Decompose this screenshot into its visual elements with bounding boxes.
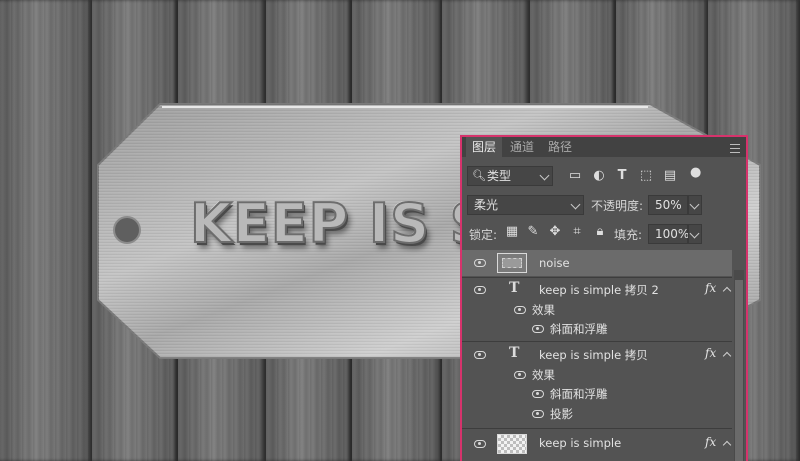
- filter-smart-object-icon[interactable]: ▤: [662, 169, 678, 183]
- layer-name: keep is simple 拷贝 2: [539, 283, 659, 297]
- layer-name: keep is simple 拷贝: [539, 348, 648, 362]
- tab-channels[interactable]: 通道: [504, 137, 540, 157]
- effects-group[interactable]: 效果: [462, 365, 732, 383]
- fx-icon[interactable]: fx: [705, 281, 716, 295]
- filter-adjustment-icon[interactable]: ◐: [591, 169, 607, 183]
- eye-icon[interactable]: [532, 325, 544, 333]
- divider: [462, 341, 732, 342]
- filter-pixel-icon[interactable]: ▭: [567, 169, 583, 183]
- filter-type-icon[interactable]: T: [614, 169, 630, 183]
- fill-dropdown[interactable]: [688, 224, 702, 244]
- text-layer-icon: T: [509, 345, 520, 361]
- scrollbar[interactable]: [734, 270, 744, 461]
- opacity-label: 不透明度:: [591, 199, 644, 213]
- filter-kind-select[interactable]: 🔍︎ 类型: [467, 166, 553, 186]
- effect-name: 斜面和浮雕: [550, 387, 608, 401]
- chevron-down-icon: [570, 199, 581, 210]
- lock-brush-icon[interactable]: ✎: [526, 225, 540, 239]
- lock-transparent-icon[interactable]: ▦: [505, 225, 519, 239]
- layer-thumbnail: [497, 253, 527, 273]
- search-icon: 🔍︎: [472, 169, 486, 182]
- layer-name: keep is simple: [539, 436, 622, 450]
- chevron-up-icon[interactable]: [722, 286, 732, 296]
- text-layer-icon: T: [509, 280, 520, 296]
- effect-drop-shadow[interactable]: 投影: [462, 403, 732, 423]
- effect-name: 斜面和浮雕: [550, 322, 608, 336]
- layer-row-base[interactable]: keep is simple fx: [462, 431, 732, 455]
- filter-kind-label: 类型: [487, 169, 512, 183]
- tab-layers[interactable]: 图层: [466, 137, 503, 157]
- filter-toggle-icon[interactable]: ●: [690, 166, 701, 180]
- eye-icon[interactable]: [532, 410, 544, 418]
- fx-icon[interactable]: fx: [705, 346, 716, 360]
- chevron-up-icon[interactable]: [722, 351, 732, 361]
- layers-panel: 图层 通道 路径 🔍︎ 类型 ▭ ◐ T ⬚ ▤ ● 柔光 不透明度: 50% …: [460, 135, 748, 461]
- blend-mode-select[interactable]: 柔光: [467, 195, 584, 215]
- chevron-down-icon: [689, 199, 700, 210]
- panel-menu-icon[interactable]: [730, 144, 740, 153]
- opacity-input[interactable]: 50%: [648, 195, 688, 215]
- eye-icon[interactable]: [474, 351, 486, 359]
- fill-input[interactable]: 100%: [648, 224, 689, 244]
- layer-thumbnail: [497, 434, 527, 454]
- fill-label: 填充:: [614, 228, 643, 242]
- tab-paths[interactable]: 路径: [542, 137, 578, 157]
- chevron-up-icon[interactable]: [722, 440, 732, 450]
- lock-all-icon[interactable]: 🔒︎: [593, 225, 607, 239]
- eye-icon[interactable]: [514, 371, 526, 379]
- blend-mode-value: 柔光: [474, 198, 499, 212]
- layer-name: noise: [539, 256, 570, 270]
- eye-icon[interactable]: [532, 390, 544, 398]
- layer-row-text-copy-2[interactable]: T keep is simple 拷贝 2 fx: [462, 278, 732, 300]
- eye-icon[interactable]: [474, 440, 486, 448]
- divider: [462, 428, 732, 429]
- lock-label: 锁定:: [469, 228, 498, 242]
- scrollbar-thumb[interactable]: [735, 280, 743, 461]
- chevron-down-icon: [689, 228, 700, 239]
- layer-row-text-copy[interactable]: T keep is simple 拷贝 fx: [462, 343, 732, 365]
- effects-group[interactable]: 效果: [462, 300, 732, 318]
- effect-bevel-emboss[interactable]: 斜面和浮雕: [462, 318, 732, 338]
- eye-icon[interactable]: [514, 306, 526, 314]
- opacity-dropdown[interactable]: [688, 195, 702, 215]
- effects-label: 效果: [532, 368, 555, 382]
- chevron-down-icon: [539, 170, 550, 181]
- eye-icon[interactable]: [474, 259, 486, 267]
- fx-icon[interactable]: fx: [705, 435, 716, 449]
- panel-tabs: 图层 通道 路径: [462, 137, 746, 157]
- layer-row-noise[interactable]: noise: [462, 250, 732, 276]
- eye-icon[interactable]: [474, 286, 486, 294]
- lock-artboard-icon[interactable]: ⌗: [570, 225, 584, 239]
- effect-bevel-emboss[interactable]: 斜面和浮雕: [462, 383, 732, 403]
- effects-label: 效果: [532, 303, 555, 317]
- filter-shape-icon[interactable]: ⬚: [638, 169, 654, 183]
- lock-move-icon[interactable]: ✥: [548, 225, 562, 239]
- effect-name: 投影: [550, 407, 573, 421]
